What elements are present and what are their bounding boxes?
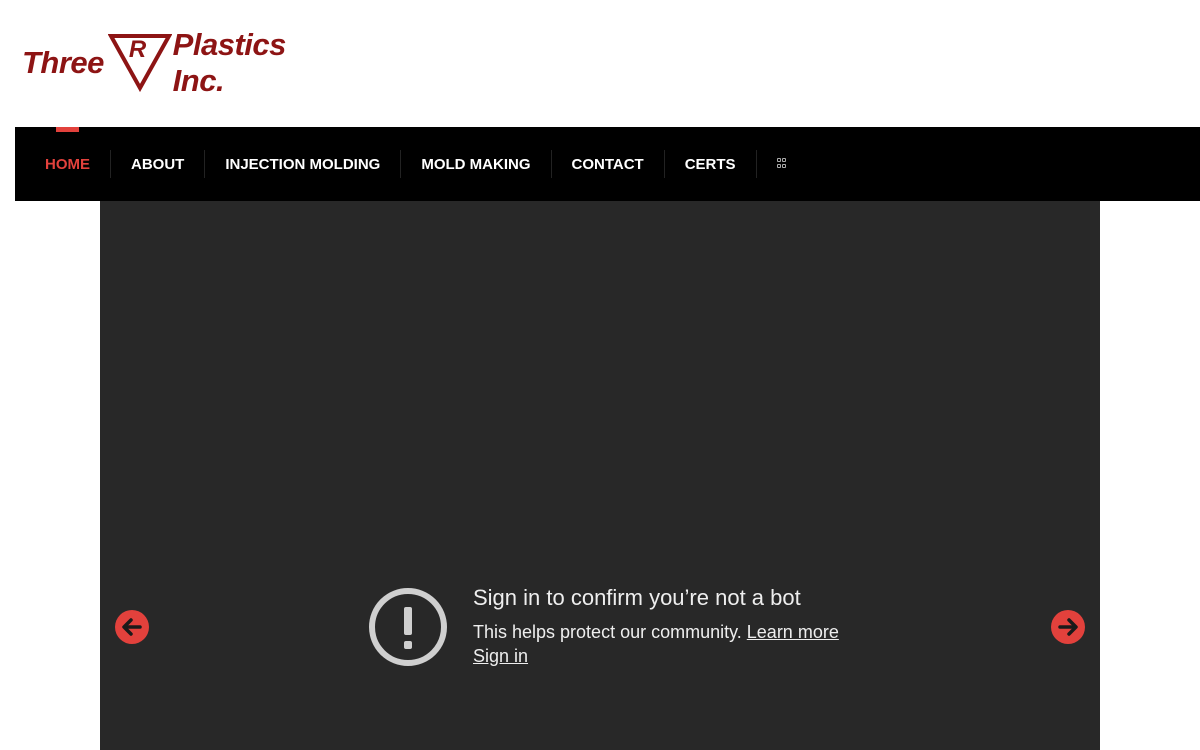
nav-link-home[interactable]: HOME [25, 156, 110, 173]
slider-prev-button[interactable] [115, 610, 149, 644]
nav-item-contact: CONTACT [552, 127, 664, 201]
nav-link-mold-making[interactable]: MOLD MAKING [401, 156, 550, 173]
logo-triangle-icon: R [107, 34, 172, 92]
main-navigation: HOME ABOUT INJECTION MOLDING MOLD MAKING… [15, 127, 1200, 201]
grid-cell [781, 158, 786, 162]
grid-cell [776, 164, 781, 168]
nav-link-about[interactable]: ABOUT [111, 156, 204, 173]
arrow-right-icon [1058, 618, 1078, 636]
nav-item-grid [757, 127, 809, 201]
nav-item-injection-molding: INJECTION MOLDING [205, 127, 400, 201]
nav-item-certs: CERTS [665, 127, 756, 201]
bot-check-notice: Sign in to confirm you’re not a bot This… [368, 583, 888, 673]
nav-item-home: HOME [25, 127, 110, 201]
page: Three R Plastics Inc. HOME ABOUT INJECTI… [0, 0, 1200, 750]
grid-cell [776, 158, 781, 162]
nav-item-about: ABOUT [111, 127, 204, 201]
nav-link-injection-molding[interactable]: INJECTION MOLDING [205, 156, 400, 173]
logo-text-r: R [128, 36, 146, 63]
exclamation-circle-icon [369, 588, 447, 666]
nav-list: HOME ABOUT INJECTION MOLDING MOLD MAKING… [25, 127, 809, 201]
slider-next-button[interactable] [1051, 610, 1085, 644]
learn-more-link[interactable]: Learn more [747, 622, 839, 642]
grid-menu-icon[interactable] [776, 158, 789, 170]
notice-body: This helps protect our community. Learn … [473, 622, 839, 643]
nav-link-contact[interactable]: CONTACT [552, 156, 664, 173]
sign-in-link[interactable]: Sign in [473, 646, 528, 667]
nav-item-mold-making: MOLD MAKING [401, 127, 550, 201]
nav-link-certs[interactable]: CERTS [665, 156, 756, 173]
notice-title: Sign in to confirm you’re not a bot [473, 585, 801, 610]
logo-text-three: Three [22, 45, 104, 80]
video-slider: Sign in to confirm you’re not a bot This… [100, 201, 1100, 750]
notice-body-text: This helps protect our community. [473, 622, 747, 642]
grid-cell [781, 164, 786, 168]
company-logo[interactable]: Three R Plastics Inc. [22, 27, 342, 98]
logo-text-plastics: Plastics Inc. [172, 27, 287, 98]
arrow-left-icon [122, 618, 142, 636]
